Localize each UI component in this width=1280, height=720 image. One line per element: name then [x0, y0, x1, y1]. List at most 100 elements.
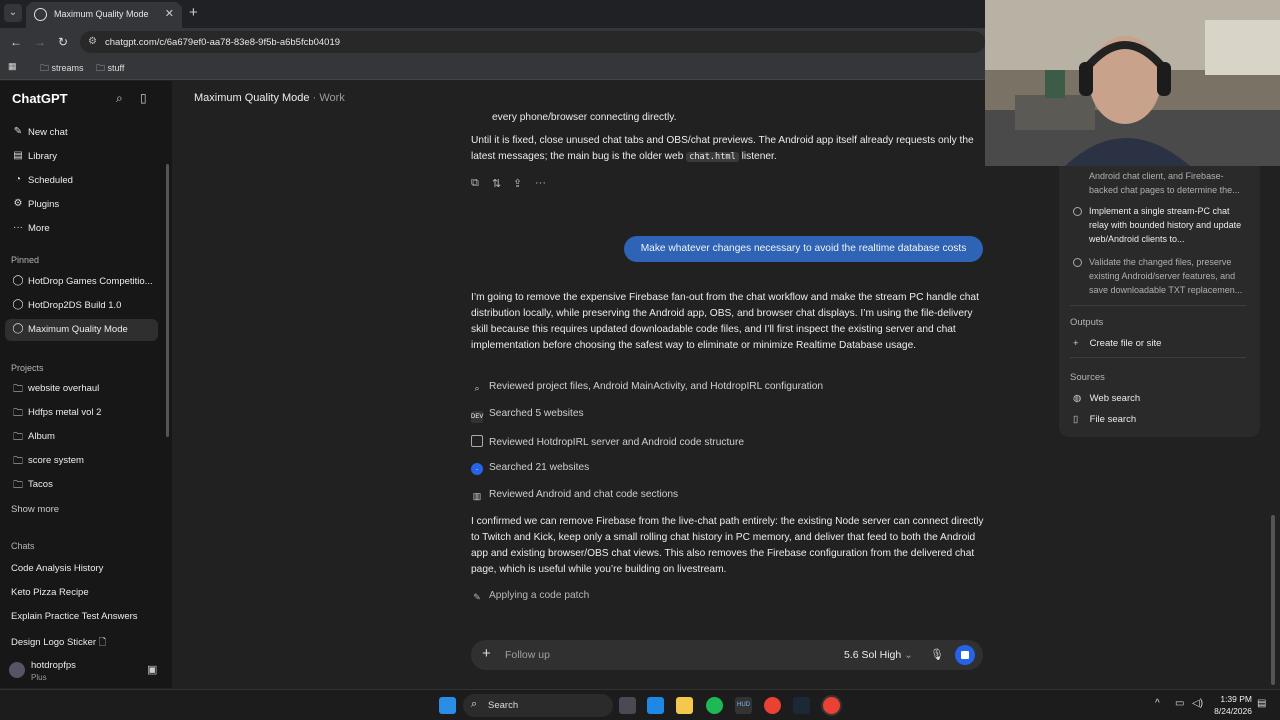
network-icon[interactable]: ▭: [1175, 698, 1184, 709]
step-searched-websites[interactable]: DEV Searched 5 websites: [471, 408, 584, 423]
hud-app-icon[interactable]: HUD: [735, 697, 752, 714]
step-reviewed-android[interactable]: ▥ Reviewed Android and chat code sections: [471, 489, 678, 502]
step-reviewed-server[interactable]: Reviewed HotdropIRL server and Android c…: [471, 435, 744, 448]
brand-title: ChatGPT: [12, 91, 68, 106]
chat-item[interactable]: Design Logo Sticker 🗋: [11, 635, 106, 651]
source-file-search[interactable]: ▯ File search: [1073, 414, 1136, 425]
source-web-search[interactable]: ◍ Web search: [1073, 393, 1140, 404]
outputs-heading: Outputs: [1070, 317, 1104, 328]
invite-icon[interactable]: ▣: [147, 663, 157, 676]
model-selector[interactable]: 5.6 Sol High ⌄: [844, 649, 913, 661]
chrome-icon[interactable]: [764, 697, 781, 714]
search-icon[interactable]: ⌕: [116, 91, 123, 106]
sidebar-item-plugins[interactable]: ⚙ Plugins: [5, 194, 158, 216]
start-icon[interactable]: [439, 697, 456, 714]
sidebar-scrollbar[interactable]: [166, 164, 169, 437]
tray-chevron-icon[interactable]: ^: [1155, 698, 1160, 709]
projects-heading: Projects: [11, 363, 44, 373]
sidebar-item-new-chat[interactable]: ✎ New chat: [5, 122, 158, 144]
project-label: Work: [319, 92, 345, 104]
project-item[interactable]: 🗀 Album: [5, 426, 158, 448]
pinned-heading: Pinned: [11, 255, 40, 265]
system-clock[interactable]: 1:39 PM 8/24/2026: [1208, 693, 1252, 717]
folder-icon: 🗀: [13, 408, 23, 419]
forward-icon[interactable]: →: [34, 35, 46, 49]
chats-heading: Chats: [11, 541, 35, 551]
message-text-partial: every phone/browser connecting directly.: [492, 112, 677, 123]
share-icon[interactable]: ⇪: [513, 177, 522, 190]
chat-item[interactable]: Explain Practice Test Answers: [11, 611, 138, 622]
new-tab-icon[interactable]: +: [189, 4, 198, 21]
chatgpt-favicon-icon: [34, 8, 47, 21]
reload-icon[interactable]: ↻: [58, 35, 68, 49]
pinned-item[interactable]: ◯ HotDrop2DS Build 1.0: [5, 295, 158, 317]
more-actions-icon[interactable]: ···: [535, 177, 546, 189]
library-icon: ▤: [13, 150, 23, 161]
assistant-reply-intro: I’m going to remove the expensive Fireba…: [471, 292, 979, 351]
chat-item[interactable]: Keto Pizza Recipe: [11, 587, 89, 598]
stop-generating-button[interactable]: [955, 645, 975, 665]
status-applying-patch: ✎ Applying a code patch: [471, 590, 589, 603]
step-reviewed-project-files[interactable]: ⌕ Reviewed project files, Android MainAct…: [471, 381, 823, 394]
dev-badge-icon: DEV: [471, 411, 483, 423]
chat-item[interactable]: Code Analysis History: [11, 563, 103, 574]
main-scrollbar[interactable]: [1271, 515, 1275, 685]
user-message-bubble: Make whatever changes necessary to avoid…: [624, 236, 983, 262]
pinned-item-active[interactable]: ◯ Maximum Quality Mode: [5, 319, 158, 341]
chrome-active-icon[interactable]: [823, 697, 840, 714]
windows-taskbar: ⌕ Search HUD ^ ▭ ◁) 1:39 PM 8/24/2026 ▤: [0, 689, 1280, 720]
sources-heading: Sources: [1070, 372, 1105, 383]
user-menu[interactable]: hotdropfps Plus ▣: [0, 655, 172, 688]
project-item[interactable]: 🗀 Hdfps metal vol 2: [5, 402, 158, 424]
pinned-item[interactable]: ◯ HotDrop Games Competitio...: [5, 271, 158, 293]
sidebar-toggle-icon[interactable]: ▯: [140, 91, 147, 105]
apps-grid-icon[interactable]: ▦: [8, 61, 17, 72]
bookmark-folder-stuff[interactable]: 🗀 stuff: [96, 61, 124, 77]
avatar: [9, 662, 25, 678]
search-icon: ⌕: [471, 698, 478, 710]
plugins-icon: ⚙: [13, 198, 23, 209]
edit-icon: ✎: [13, 126, 23, 137]
browser-tab[interactable]: Maximum Quality Mode ✕: [26, 2, 182, 28]
site-info-icon[interactable]: ⚙: [88, 36, 97, 47]
close-tab-icon[interactable]: ✕: [165, 7, 174, 20]
microphone-icon[interactable]: 🎙: [930, 648, 944, 661]
divider: [1070, 357, 1246, 358]
volume-icon[interactable]: ◁): [1192, 698, 1203, 709]
chevron-down-icon: ⌄: [904, 649, 913, 661]
tab-search-dropdown[interactable]: ⌄: [4, 4, 22, 22]
pencil-icon: ✎: [473, 592, 481, 602]
copy-icon[interactable]: ⧉: [471, 177, 479, 190]
task-status-icon: [1073, 258, 1082, 267]
bookmark-folder-streams[interactable]: 🗀 streams: [40, 61, 84, 77]
composer-input[interactable]: Follow up: [505, 649, 550, 661]
show-more-link[interactable]: Show more: [11, 504, 59, 515]
sidebar-item-library[interactable]: ▤ Library: [5, 146, 158, 168]
notification-icon[interactable]: ▤: [1257, 698, 1266, 709]
project-item[interactable]: 🗀 score system: [5, 450, 158, 472]
create-file-button[interactable]: + Create file or site: [1073, 338, 1161, 349]
sidebar-item-more[interactable]: ··· More: [5, 218, 158, 240]
sidebar-item-scheduled[interactable]: ◔ Scheduled: [5, 170, 158, 192]
back-icon[interactable]: ←: [10, 35, 22, 49]
url-text: chatgpt.com/c/6a679ef0-aa78-83e8-9f5b-a6…: [105, 37, 341, 48]
add-attachment-icon[interactable]: +: [482, 645, 491, 662]
omnibox[interactable]: ⚙ chatgpt.com/c/6a679ef0-aa78-83e8-9f5b-…: [80, 31, 985, 53]
file-explorer-icon[interactable]: [676, 697, 693, 714]
project-item[interactable]: 🗀 Tacos: [5, 474, 158, 496]
taskbar-search[interactable]: ⌕ Search: [463, 694, 613, 717]
tab-title: Maximum Quality Mode: [54, 9, 149, 19]
task-view-icon[interactable]: [619, 697, 636, 714]
assistant-reply-confirm: I confirmed we can remove Firebase from …: [471, 516, 984, 575]
inline-code: chat.html: [686, 152, 739, 162]
composer[interactable]: + Follow up 5.6 Sol High ⌄ 🎙: [471, 640, 983, 670]
spotify-icon[interactable]: [706, 697, 723, 714]
steam-icon[interactable]: [793, 697, 810, 714]
folder-icon: 🗀: [13, 432, 23, 443]
step-searched-websites-21[interactable]: · Searched 21 websites: [471, 462, 589, 475]
notepad-icon[interactable]: [647, 697, 664, 714]
project-item[interactable]: 🗀 website overhaul: [5, 378, 158, 400]
page-title[interactable]: Maximum Quality Mode · Work: [194, 92, 345, 104]
feedback-icon[interactable]: ⇅: [492, 177, 501, 190]
chat-bubble-icon: ◯: [12, 299, 24, 310]
